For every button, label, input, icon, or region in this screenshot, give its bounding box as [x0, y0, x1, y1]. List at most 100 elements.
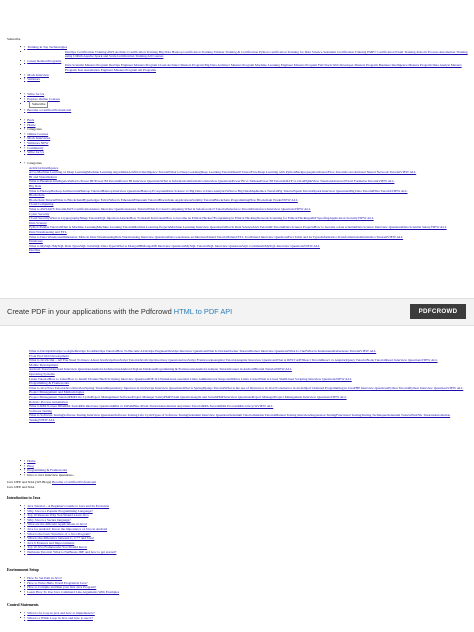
section-intro: Introduction to Java Java Tutorial – A B… — [0, 496, 474, 555]
category-title[interactable]: Programming & Frameworks — [29, 381, 69, 385]
category-links[interactable]: What is RPA?Career RPARPA ToolsRPA Inter… — [29, 404, 273, 408]
category-title[interactable]: Cyber Security — [29, 212, 49, 216]
list-item[interactable]: Why Java is a Popular Programming Langua… — [27, 509, 93, 513]
category-title[interactable]: Operating Systems — [29, 372, 55, 376]
write-for-us-link[interactable]: Write for Us — [27, 92, 44, 96]
category-links[interactable]: Python Pandas TutorialWhat is Machine Le… — [29, 225, 447, 229]
category-links[interactable]: Blockchain TutorialWhat is BlockchainHyp… — [29, 198, 298, 202]
breadcrumb-home[interactable]: Home — [27, 459, 35, 463]
list-item[interactable]: How to Write Hello World Program in Java… — [27, 581, 87, 585]
category-title[interactable]: BI and Visualization — [29, 175, 57, 179]
category-title[interactable]: Cloud Computing — [29, 202, 53, 206]
category-links[interactable]: What is Java?Java TutorialJava Interview… — [29, 386, 463, 390]
top-menu: Training in Top Technologies DevOps Cert… — [0, 45, 474, 82]
category-title[interactable]: Robotic Process Automation — [29, 400, 68, 404]
list-item[interactable]: What is a While Loop in Java and how to … — [27, 616, 93, 620]
pdfcrowd-logo[interactable]: PDFCROWD — [410, 304, 466, 319]
training-links[interactable]: DevOps Certification Training AWS Archit… — [65, 50, 468, 59]
career-links[interactable]: Data Scientist Masters Program DevOps En… — [65, 63, 462, 72]
section-title: Environment Setup — [7, 568, 39, 572]
list-item[interactable]: What is for loop in java and how to impl… — [27, 611, 95, 615]
nav-online-courses[interactable]: Online Courses — [27, 132, 48, 136]
category-links[interactable]: What is Business IntelligenceWhat is Pow… — [29, 179, 394, 183]
category-title[interactable]: DevOps — [29, 248, 40, 252]
list-item[interactable]: How to Compile and Run your first Java P… — [27, 585, 96, 589]
section-env: Environment Setup How To Set Path in Jav… — [0, 568, 474, 594]
category-links[interactable]: Linux TutorialHow to LinuxHow to Install… — [29, 377, 352, 381]
category-links[interactable]: What is DevOpsDevOps vs AgileDevOps Tool… — [29, 349, 376, 353]
list-item[interactable]: Top 10 Reasons Why You Should Learn Java — [27, 513, 88, 517]
list-item[interactable]: Learn How To Use Java Command Line Argum… — [27, 590, 119, 594]
category-links[interactable]: What is MySQL?MySQL Data TypesSQL JoinsS… — [29, 244, 320, 248]
list-item[interactable]: Netbeans Tutorial: What is NetBeans IDE … — [27, 550, 116, 554]
category-links[interactable]: What is AWSAWS TutorialAWS Certification… — [29, 207, 311, 211]
nav-categories: Categories — [27, 127, 42, 131]
nav-write-for-us[interactable]: Write for Us — [27, 150, 44, 154]
category-title[interactable]: Mobile Development — [29, 363, 58, 367]
blog-count: Java J2EE and SOA (325 Blogs) — [7, 480, 52, 484]
category-title[interactable]: Blockchain — [29, 193, 44, 197]
list-item[interactable]: Top 10 Java Frameworks You Should Know — [27, 545, 87, 549]
nav-home[interactable]: Home — [27, 123, 35, 127]
category: BI and Visualization What is Business Int… — [29, 175, 466, 184]
breadcrumb-current: Intro to Java Interview Questions... — [27, 473, 75, 477]
nav-community[interactable]: Community — [27, 146, 43, 150]
meta-block: Java J2EE and SOA (325 Blogs) Become a C… — [0, 480, 474, 489]
list-item[interactable]: What is the difference between C, C++ an… — [27, 536, 94, 540]
list-item[interactable]: Java 9 Features and Improvements — [27, 541, 74, 545]
pdfcrowd-prefix: Create PDF in your applications with the… — [7, 307, 174, 316]
category: Project Management and Methodologies Proj… — [29, 390, 466, 399]
category-title[interactable]: Front End Web Development — [29, 354, 69, 358]
category: Cyber Security Cloud SecurityWhat is Cryp… — [29, 212, 466, 221]
category-list: Artificial Intelligence AI vs Machine Lea… — [0, 166, 474, 253]
explore-input[interactable]: Subscribe — [29, 101, 49, 108]
section-title: Control Statements — [7, 603, 39, 607]
career-label[interactable]: Career Related Programs — [27, 59, 61, 63]
category: Mobile Development Android TutorialAndroi… — [29, 363, 466, 372]
pdfcrowd-text: Create PDF in your applications with the… — [7, 307, 232, 316]
categories-continued: What is DevOpsDevOps vs AgileDevOps Tool… — [0, 349, 474, 423]
breadcrumb-blog[interactable]: Blog — [27, 464, 34, 468]
category-links[interactable]: What is JavaScript – All You Need To Kno… — [29, 358, 438, 362]
category-title[interactable]: Big Data — [29, 184, 41, 188]
explore-courses-link[interactable]: Explore Online Courses — [27, 97, 60, 101]
category-links[interactable]: Cloud SecurityWhat is CryptographyNmap T… — [29, 216, 374, 220]
category-links[interactable]: What is Software TestingSoftware Testing… — [29, 413, 450, 422]
category: Software Testing What is Software Testing… — [29, 409, 466, 423]
pdfcrowd-banner: Create PDF in your applications with the… — [0, 298, 474, 326]
nav-webinars[interactable]: Webinars NEW — [27, 141, 48, 145]
list-item[interactable]: How To Set Path in Java? — [27, 576, 62, 580]
category-links[interactable]: Project Management TutorialPMP Life Cycl… — [29, 395, 347, 399]
webinars-link[interactable]: Webinars — [27, 77, 40, 81]
category-links[interactable]: What is Data WarehouseDimension Table in… — [29, 235, 403, 239]
category-title[interactable]: Artificial Intelligence — [29, 166, 58, 170]
meta-line-2: Java J2EE and SOA — [7, 484, 35, 489]
list-item[interactable]: Why Java is a Secure language? — [27, 518, 71, 522]
category-links[interactable]: Android TutorialAndroid Interview Questi… — [29, 367, 292, 371]
category-title[interactable]: Databases — [29, 239, 43, 243]
subscribe-label: Subscribe — [7, 37, 21, 41]
categories-label: Categories — [27, 161, 42, 165]
list-item[interactable]: What are the different Applications of J… — [27, 522, 87, 526]
mock-interview-link[interactable]: Mock Interview — [27, 73, 49, 77]
become-certified-link[interactable]: Become a Certified Professional — [52, 480, 96, 484]
training-label[interactable]: Training in Top Technologies — [27, 45, 67, 49]
category-list-2: What is DevOpsDevOps vs AgileDevOps Tool… — [0, 349, 474, 423]
category-title[interactable]: Software Testing — [29, 409, 52, 413]
list-item[interactable]: Java Tutorial – A Beginner's Guide to Ja… — [27, 504, 109, 508]
pdfcrowd-api-link[interactable]: HTML to PDF API — [174, 307, 232, 316]
nav-mock-interviews[interactable]: Mock Interviews — [27, 136, 50, 140]
list-item[interactable]: Java for Android: Know the importance of… — [27, 527, 107, 531]
category: Front End Web Development What is JavaScr… — [29, 354, 466, 363]
header-block: Subscribe — [0, 37, 474, 42]
breadcrumb-category[interactable]: Programming & Frameworks — [27, 468, 67, 472]
nav-back[interactable]: Back — [27, 118, 34, 122]
category-title[interactable]: Data Science — [29, 221, 47, 225]
category-title[interactable]: Data Warehousing and ETL — [29, 230, 67, 234]
category-links[interactable]: What is HadoopHadoop ArchitectureHadoop … — [29, 189, 408, 193]
category: Robotic Process Automation What is RPA?Ca… — [29, 400, 466, 409]
category-links[interactable]: AI vs Machine Learning vs Deep LearningM… — [29, 170, 416, 174]
list-item[interactable]: What is the basic Structure of a Java Pr… — [27, 532, 90, 536]
category-title[interactable]: Project Management and Methodologies — [29, 390, 84, 394]
become-pro-link[interactable]: Become a Certified Professional — [27, 108, 71, 112]
